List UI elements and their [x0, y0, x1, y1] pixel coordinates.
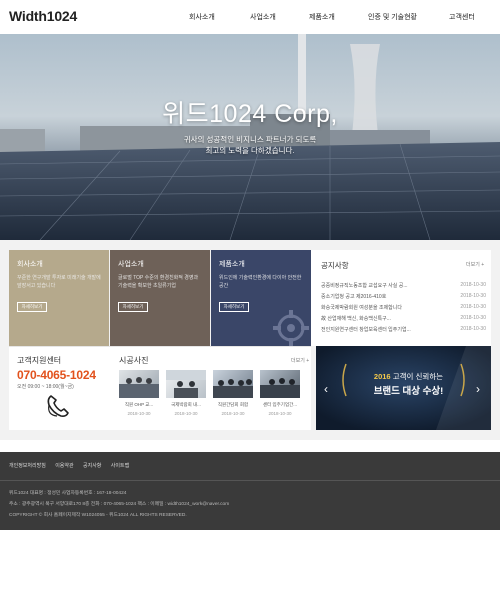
banner-year: 2016: [373, 372, 391, 381]
footer-copyright: COPYRIGHT © 회사 홈페이지제작 W1024055 - 위드1024 …: [9, 513, 187, 518]
gallery-date: 2018-10-30: [127, 411, 151, 416]
nav-item-company[interactable]: 회사소개: [189, 12, 215, 22]
gallery-thumbnail[interactable]: [119, 370, 159, 398]
gear-icon: [273, 310, 309, 346]
gallery-caption: 국제박람회 내...: [171, 402, 201, 407]
gallery-caption: 직원 OHP 교...: [124, 402, 154, 407]
gallery-thumbnail[interactable]: [213, 370, 253, 398]
gallery-photo: [166, 370, 206, 398]
notice-item[interactable]: 공중비정규직노동조합 교섭요구 사실 공... 2018-10-30: [321, 282, 486, 292]
gallery-photo: [260, 378, 300, 398]
hero-subtitle: 귀사의 성공적인 비지니스 파트너가 되도록 최고의 노력을 다하겠습니다.: [0, 134, 500, 156]
card-company-desc: 꾸준한 연구개발 투자로 미래기술 개발에 앞장서고 있습니다: [17, 275, 101, 289]
notice-item[interactable]: 화승국제박람회원 여성분을 조제합니다 2018-10-30: [321, 304, 486, 314]
gallery-photo: [119, 377, 159, 398]
footer-company-info: 위드1024 대표명 : 정성민 사업자등록번호 : 167-18-00424: [9, 491, 127, 496]
notice-item-title[interactable]: 故 산업재해 백신, 화승백신특구...: [321, 315, 441, 322]
hero-title: 위드1024 Corp,: [162, 100, 338, 128]
footer-address: 주소 : 광주광역시 북구 서양대로170 8층 전화 : 070-4065-1…: [9, 502, 230, 507]
hero-subtitle-line-2: 최고의 노력을 다하겠습니다.: [205, 146, 295, 155]
notice-board: 공지사항 더보기 + 공중비정규직노동조합 교섭요구 사실 공... 2018-…: [311, 250, 491, 346]
card-company-title: 회사소개: [17, 261, 43, 268]
banner-line-1: 고객이 신뢰하는: [392, 372, 444, 381]
notice-title: 공지사항: [321, 261, 349, 270]
nav-item-business[interactable]: 사업소개: [250, 12, 276, 22]
card-products-title: 제품소개: [219, 261, 245, 268]
notice-item-date: 2018-10-30: [460, 315, 486, 321]
gallery-more-link[interactable]: 더보기 +: [291, 357, 309, 364]
banner-headline: 2016 고객이 신뢰하는: [316, 371, 491, 382]
notice-item-title[interactable]: 화승국제박람회원 여성분을 조제합니다: [321, 304, 441, 311]
notice-item-date: 2018-10-30: [460, 304, 486, 310]
gallery-thumbnail[interactable]: [166, 370, 206, 398]
footer-link-sitemap[interactable]: 사이트맵: [111, 463, 129, 469]
notice-item-title[interactable]: 전인지원연구센터 창업보육센터 입주기업...: [321, 326, 441, 333]
notice-item-title[interactable]: 공중비정규직노동조합 교섭요구 사실 공...: [321, 282, 441, 289]
notice-more-link[interactable]: 더보기 +: [466, 261, 484, 268]
notice-item-title[interactable]: 중소기업청 공고 제2016-410호: [321, 293, 441, 300]
customer-support-box: 고객지원센터 070-4065-1024 오전 09:00 ~ 18:00(월~…: [9, 346, 110, 430]
hero-banner: 위드1024 Corp, 귀사의 성공적인 비지니스 파트너가 되도록 최고의 …: [0, 34, 500, 240]
notice-item-date: 2018-10-30: [460, 282, 486, 288]
banner-line-2: 브랜드 대상 수상!: [373, 386, 444, 397]
gallery-date: 2018-10-30: [221, 411, 245, 416]
gallery-caption: 센터 입주기업간...: [263, 402, 297, 407]
banner-prev-arrow-icon[interactable]: ‹: [324, 382, 328, 396]
nav-item-products[interactable]: 제품소개: [309, 12, 335, 22]
footer-link-privacy[interactable]: 개인정보처리방침: [9, 463, 46, 469]
main-nav: 회사소개 사업소개 제품소개 인증 및 기술현황 고객센터: [0, 12, 500, 24]
card-company-more-button[interactable]: 자세히보기: [17, 302, 47, 312]
footer-link-terms[interactable]: 이용약관: [55, 463, 73, 469]
card-company[interactable]: 회사소개 꾸준한 연구개발 투자로 미래기술 개발에 앞장서고 있습니다 자세히…: [9, 250, 109, 346]
gallery-thumbnail[interactable]: [260, 370, 300, 398]
card-products-desc: 위드인에 기술력인환경에 다이아 안전한 공간: [219, 275, 302, 289]
notice-item[interactable]: 중소기업청 공고 제2016-410호 2018-10-30: [321, 293, 486, 303]
card-business-more-button[interactable]: 자세히보기: [118, 302, 148, 312]
support-phone[interactable]: 070-4065-1024: [17, 368, 96, 382]
photo-gallery: 시공사진 더보기 + 직원 OHP 교... 2018-10-30 국제박람회 …: [110, 346, 311, 430]
footer-links: 개인정보처리방침 이용약관 공지사항 사이트맵: [9, 462, 137, 469]
card-products-more-button[interactable]: 자세히보기: [219, 302, 249, 312]
hero-subtitle-line-1: 귀사의 성공적인 비지니스 파트너가 되도록: [183, 135, 317, 144]
notice-item[interactable]: 전인지원연구센터 창업보육센터 입주기업... 2018-10-30: [321, 326, 486, 336]
notice-item-date: 2018-10-30: [460, 293, 486, 299]
notice-item[interactable]: 故 산업재해 백신, 화승백신특구... 2018-10-30: [321, 315, 486, 325]
nav-item-certification[interactable]: 인증 및 기술현황: [368, 12, 417, 22]
support-title: 고객지원센터: [17, 356, 62, 365]
gallery-date: 2018-10-30: [268, 411, 292, 416]
gallery-photo: [213, 379, 253, 398]
notice-item-date: 2018-10-30: [460, 326, 486, 332]
gallery-date: 2018-10-30: [174, 411, 198, 416]
footer-link-notice[interactable]: 공지사항: [83, 463, 101, 469]
card-business-title: 사업소개: [118, 261, 144, 268]
gallery-title: 시공사진: [119, 356, 149, 365]
card-products[interactable]: 제품소개 위드인에 기술력인환경에 다이아 안전한 공간 자세히보기: [211, 250, 311, 346]
footer-divider: [0, 480, 500, 481]
site-footer: 개인정보처리방침 이용약관 공지사항 사이트맵 위드1024 대표명 : 정성민…: [0, 452, 500, 530]
banner-next-arrow-icon[interactable]: ›: [476, 382, 480, 396]
phone-icon: [47, 395, 69, 417]
site-header: Width1024 회사소개 사업소개 제품소개 인증 및 기술현황 고객센터: [0, 0, 500, 34]
nav-item-support[interactable]: 고객센터: [449, 12, 475, 22]
card-business-desc: 글로벌 TOP 수준의 환경친화적 경영과 기술력을 확보한 초일류기업: [118, 275, 199, 289]
award-banner[interactable]: 2016 고객이 신뢰하는 브랜드 대상 수상! ‹ ›: [316, 346, 491, 430]
card-business[interactable]: 사업소개 글로벌 TOP 수준의 환경친화적 경영과 기술력을 확보한 초일류기…: [110, 250, 210, 346]
gallery-caption: 직원간담회 회합: [217, 402, 249, 407]
support-hours: 오전 09:00 ~ 18:00(월~금): [17, 384, 74, 390]
